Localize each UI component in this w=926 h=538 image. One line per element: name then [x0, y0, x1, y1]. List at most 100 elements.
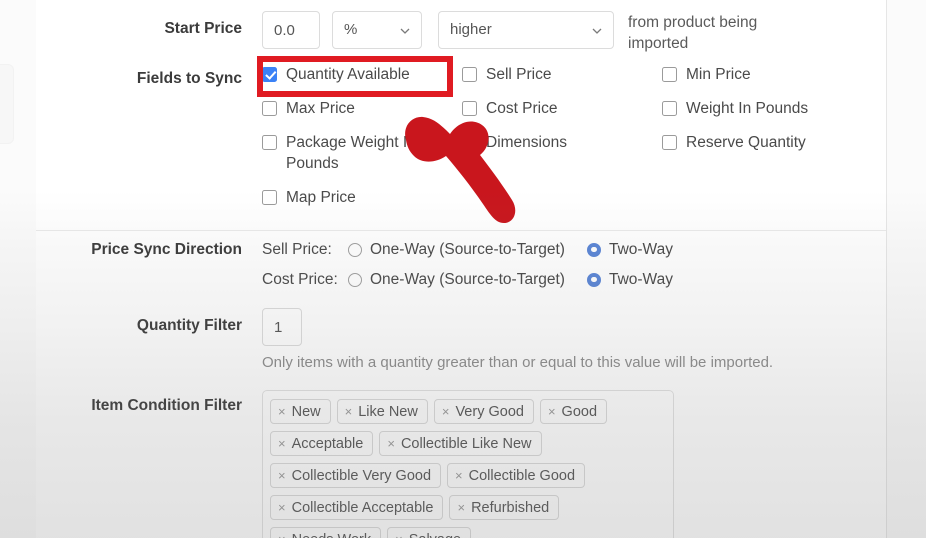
remove-tag-icon[interactable]: × [278, 469, 286, 482]
quantity-filter-help-text: Only items with a quantity greater than … [262, 354, 774, 371]
condition-tag-label: Good [561, 403, 598, 420]
radio-option[interactable]: One-Way (Source-to-Target) [348, 271, 565, 289]
checkbox-item[interactable]: Max Price [262, 98, 462, 119]
start-price-label: Start Price [164, 20, 242, 37]
checkbox-item[interactable]: Package Weight In Pounds [262, 132, 462, 174]
price-sync-direction-label: Price Sync Direction [91, 241, 242, 258]
checkbox-item[interactable]: Quantity Available [262, 64, 462, 85]
checkbox-unchecked-icon[interactable] [462, 101, 477, 116]
fields-to-sync-column-2: Sell Price Cost Price Dimensions [462, 64, 662, 221]
remove-tag-icon[interactable]: × [278, 437, 286, 450]
condition-tag-label: Collectible Good [468, 467, 576, 484]
price-sync-sublabel: Cost Price: [262, 270, 338, 288]
remove-tag-icon[interactable]: × [442, 405, 450, 418]
condition-tag[interactable]: × Collectible Like New [379, 431, 542, 456]
start-price-direction-value: higher [450, 21, 492, 38]
remove-tag-icon[interactable]: × [278, 405, 286, 418]
radio-selected-icon[interactable] [586, 242, 601, 257]
radio-selected-icon[interactable] [586, 272, 601, 287]
radio-unselected-icon[interactable] [348, 242, 362, 257]
checkbox-unchecked-icon[interactable] [662, 101, 677, 116]
checkbox-label: Min Price [686, 66, 751, 83]
checkbox-item[interactable]: Reserve Quantity [662, 132, 872, 153]
page-gutter-left [0, 0, 37, 538]
checkbox-unchecked-icon[interactable] [662, 67, 677, 82]
checkbox-label: Max Price [286, 100, 355, 117]
remove-tag-icon[interactable]: × [345, 405, 353, 418]
start-price-direction-select[interactable]: higher [438, 11, 614, 49]
condition-tag[interactable]: × Acceptable [270, 431, 374, 456]
checkbox-item[interactable]: Cost Price [462, 98, 662, 119]
condition-tag-label: Salvage [409, 532, 461, 538]
condition-tag-label: Collectible Acceptable [291, 499, 434, 516]
fields-to-sync-column-3: Min Price Weight In Pounds Reserve Quantit… [662, 64, 872, 221]
checkbox-item[interactable]: Map Price [262, 187, 462, 208]
price-sync-row: Sell Price: One-Way (Source-to-Target) Two… [262, 239, 695, 260]
condition-tag[interactable]: × Very Good [433, 399, 534, 424]
checkbox-unchecked-icon[interactable] [262, 135, 277, 150]
page-gutter-right [886, 0, 926, 538]
radio-label: Two-Way [608, 240, 673, 258]
quantity-filter-label: Quantity Filter [136, 317, 242, 334]
checkbox-unchecked-icon[interactable] [462, 135, 477, 150]
item-condition-tag-input[interactable]: × New × Like New × Very Good × Good × Acceptable ×… [262, 390, 674, 538]
radio-option[interactable]: Two-Way [586, 240, 673, 259]
app-screenshot: Start Price % higher from product being … [0, 0, 926, 538]
remove-tag-icon[interactable]: × [278, 533, 286, 538]
remove-tag-icon[interactable]: × [455, 469, 463, 482]
radio-option[interactable]: Two-Way [586, 270, 673, 289]
fields-to-sync-grid: Quantity Available Max Price Package Weigh… [262, 64, 872, 221]
checkbox-unchecked-icon[interactable] [662, 135, 677, 150]
condition-tag[interactable]: × Salvage [387, 527, 472, 538]
checkbox-label: Map Price [286, 189, 356, 206]
checkbox-item[interactable]: Sell Price [462, 64, 662, 85]
condition-tag-label: Collectible Like New [400, 435, 532, 452]
condition-tag[interactable]: × Like New [336, 399, 428, 424]
checkbox-label: Dimensions [486, 134, 567, 151]
condition-tag[interactable]: × New [270, 399, 331, 424]
start-price-unit-select[interactable]: % [332, 11, 422, 49]
condition-tag[interactable]: × Collectible Good [447, 463, 586, 488]
checkbox-label: Package Weight In Pounds [286, 134, 416, 172]
checkbox-unchecked-icon[interactable] [462, 67, 477, 82]
radio-option[interactable]: One-Way (Source-to-Target) [348, 241, 565, 259]
checkbox-label: Reserve Quantity [686, 134, 806, 151]
condition-tag-label: Refurbished [471, 499, 550, 516]
price-sync-direction-row: Price Sync Direction Sell Price: One-Way … [36, 239, 886, 299]
checkbox-label: Quantity Available [286, 66, 410, 83]
checkbox-label: Weight In Pounds [686, 100, 809, 117]
start-price-note: from product being imported [628, 14, 758, 52]
price-sync-sublabel: Sell Price: [262, 240, 332, 258]
remove-tag-icon[interactable]: × [548, 405, 556, 418]
radio-label: One-Way (Source-to-Target) [370, 240, 565, 258]
condition-tag[interactable]: × Collectible Very Good [270, 463, 442, 488]
checkbox-item[interactable]: Weight In Pounds [662, 98, 872, 119]
radio-unselected-icon[interactable] [348, 272, 362, 287]
condition-tag-label: Needs Work [292, 532, 372, 538]
remove-tag-icon[interactable]: × [387, 437, 395, 450]
condition-tag-label: New [291, 403, 321, 420]
checkbox-unchecked-icon[interactable] [262, 101, 277, 116]
condition-tag[interactable]: × Good [539, 399, 608, 424]
remove-tag-icon[interactable]: × [457, 501, 465, 514]
condition-tag[interactable]: × Collectible Acceptable [270, 495, 444, 520]
start-price-input[interactable] [262, 11, 320, 49]
condition-tag[interactable]: × Refurbished [449, 495, 560, 520]
condition-tag[interactable]: × Needs Work [270, 527, 382, 538]
radio-label: Two-Way [608, 270, 673, 288]
checkbox-unchecked-icon[interactable] [262, 190, 277, 205]
chevron-down-icon [592, 26, 602, 36]
condition-tag-label: Acceptable [291, 435, 364, 452]
radio-label: One-Way (Source-to-Target) [370, 270, 565, 288]
fields-to-sync-row: Fields to Sync Quantity Available Max Pri… [36, 64, 886, 221]
remove-tag-icon[interactable]: × [395, 533, 403, 538]
start-price-unit-value: % [344, 21, 358, 38]
checkbox-item[interactable]: Min Price [662, 64, 872, 85]
checkbox-checked-icon[interactable] [262, 67, 277, 82]
condition-tag-label: Very Good [455, 403, 524, 420]
offscreen-panel-edge [0, 64, 14, 144]
checkbox-item[interactable]: Dimensions [462, 132, 662, 153]
item-condition-filter-label: Item Condition Filter [91, 397, 242, 414]
remove-tag-icon[interactable]: × [278, 501, 286, 514]
quantity-filter-input[interactable] [262, 308, 302, 346]
